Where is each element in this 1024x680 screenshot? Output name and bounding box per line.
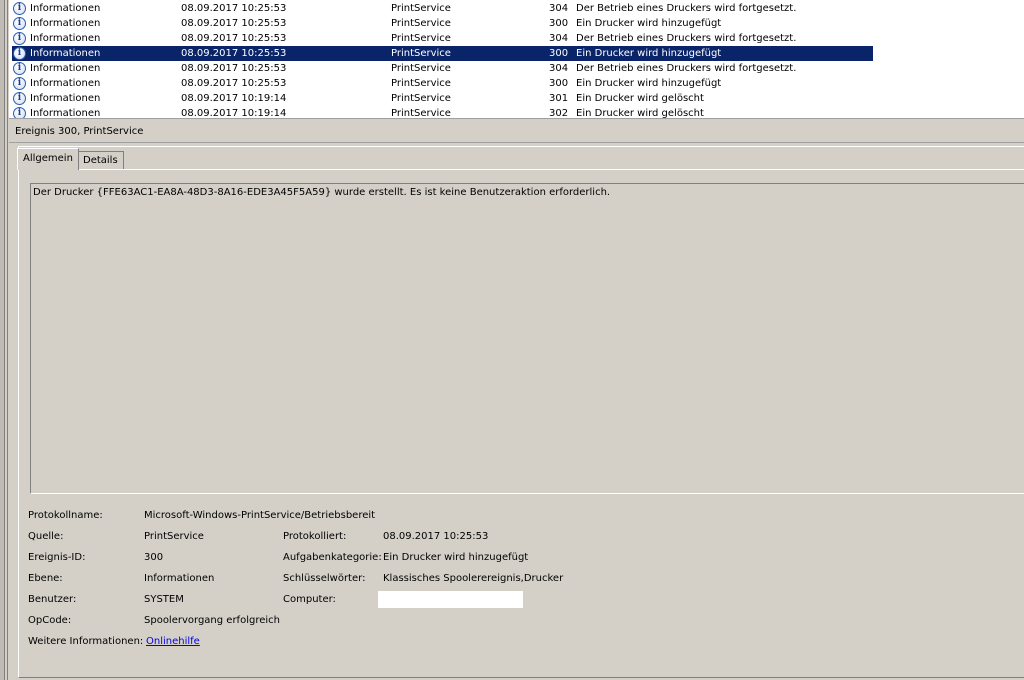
event-row[interactable]: i Informationen 08.09.2017 10:25:53 PrintSe… [9,16,1024,31]
event-level: Informationen [30,33,101,44]
weitere-informationen-label: Weitere Informationen: [28,636,144,647]
event-id: 300 [549,78,569,89]
information-icon: i [13,47,26,60]
event-id: 301 [549,93,569,104]
schluesselwoerter-value: Klassisches Spoolerereignis,Drucker [383,573,564,584]
event-id: 302 [549,108,569,119]
information-icon: i [13,2,26,15]
event-date: 08.09.2017 10:25:53 [181,18,287,29]
protokolliert-label: Protokolliert: [283,531,347,542]
event-row[interactable]: i Informationen 08.09.2017 10:25:53 PrintSe… [9,76,1024,91]
information-icon: i [13,107,26,118]
event-row[interactable]: i Informationen 08.09.2017 10:19:14 PrintSe… [9,106,1024,119]
ebene-label: Ebene: [28,573,63,584]
event-category: Der Betrieb eines Druckers wird fortgese… [576,33,797,44]
event-source: PrintService [391,3,451,14]
description-text: Der Drucker {FFE63AC1-EA8A-48D3-8A16-EDE… [33,187,611,198]
event-source: PrintService [391,78,451,89]
event-source: PrintService [391,18,451,29]
event-level: Informationen [30,108,101,119]
event-category: Ein Drucker wird hinzugefügt [576,18,722,29]
onlinehilfe-link[interactable]: Onlinehilfe [146,636,200,647]
event-date: 08.09.2017 10:25:53 [181,48,287,59]
event-category: Ein Drucker wird gelöscht [576,108,704,119]
detail-header: Ereignis 300, PrintService [9,122,1024,143]
benutzer-label: Benutzer: [28,594,77,605]
event-date: 08.09.2017 10:25:53 [181,3,287,14]
event-date: 08.09.2017 10:19:14 [181,93,287,104]
event-category: Der Betrieb eines Druckers wird fortgese… [576,63,797,74]
information-icon: i [13,17,26,30]
information-icon: i [13,62,26,75]
event-source: PrintService [391,33,451,44]
ereignis-id-value: 300 [144,552,164,563]
event-category: Ein Drucker wird hinzugefügt [576,78,722,89]
event-category: Der Betrieb eines Druckers wird fortgese… [576,3,797,14]
quelle-value: PrintService [144,531,204,542]
opcode-label: OpCode: [28,615,72,626]
benutzer-value: SYSTEM [144,594,184,605]
detail-title: Ereignis 300, PrintService [15,126,144,137]
event-row[interactable]: i Informationen 08.09.2017 10:25:53 PrintSe… [9,31,1024,46]
event-date: 08.09.2017 10:19:14 [181,108,287,119]
event-list[interactable]: i Informationen 08.09.2017 10:25:53 PrintSe… [9,0,1024,119]
event-id: 300 [549,18,569,29]
event-level: Informationen [30,63,101,74]
event-date: 08.09.2017 10:25:53 [181,78,287,89]
event-source: PrintService [391,108,451,119]
opcode-value: Spoolervorgang erfolgreich [144,615,280,626]
protokolliert-value: 08.09.2017 10:25:53 [383,531,489,542]
event-source: PrintService [391,63,451,74]
event-level: Informationen [30,18,101,29]
tab-details[interactable]: Details [77,151,124,170]
event-id: 304 [549,3,569,14]
event-source: PrintService [391,93,451,104]
event-row[interactable]: i Informationen 08.09.2017 10:25:53 PrintSe… [9,46,1024,61]
event-category: Ein Drucker wird hinzugefügt [576,48,722,59]
event-level: Informationen [30,48,101,59]
event-level: Informationen [30,93,101,104]
ebene-value: Informationen [144,573,215,584]
event-date: 08.09.2017 10:25:53 [181,33,287,44]
event-description[interactable]: Der Drucker {FFE63AC1-EA8A-48D3-8A16-EDE… [30,183,1024,494]
information-icon: i [13,32,26,45]
window-left-border [0,0,5,680]
information-icon: i [13,77,26,90]
protokollname-label: Protokollname: [28,510,103,521]
protokollname-value: Microsoft-Windows-PrintService/Betriebsb… [144,510,376,521]
aufgabenkategorie-label: Aufgabenkategorie: [283,552,382,563]
event-id: 304 [549,33,569,44]
event-source: PrintService [391,48,451,59]
event-id: 304 [549,63,569,74]
ereignis-id-label: Ereignis-ID: [28,552,86,563]
tab-allgemein[interactable]: Allgemein [17,148,79,170]
event-id: 300 [549,48,569,59]
computer-label: Computer: [283,594,336,605]
tab-divider [17,169,1024,170]
event-level: Informationen [30,78,101,89]
computer-value-field[interactable] [378,591,523,608]
event-date: 08.09.2017 10:25:53 [181,63,287,74]
aufgabenkategorie-value: Ein Drucker wird hinzugefügt [383,552,529,563]
event-row[interactable]: i Informationen 08.09.2017 10:25:53 PrintSe… [9,61,1024,76]
quelle-label: Quelle: [28,531,64,542]
schluesselwoerter-label: Schlüsselwörter: [283,573,366,584]
event-category: Ein Drucker wird gelöscht [576,93,704,104]
information-icon: i [13,92,26,105]
splitter-line [7,0,8,680]
event-row[interactable]: i Informationen 08.09.2017 10:25:53 PrintSe… [9,1,1024,16]
event-level: Informationen [30,3,101,14]
event-row[interactable]: i Informationen 08.09.2017 10:19:14 PrintSe… [9,91,1024,106]
